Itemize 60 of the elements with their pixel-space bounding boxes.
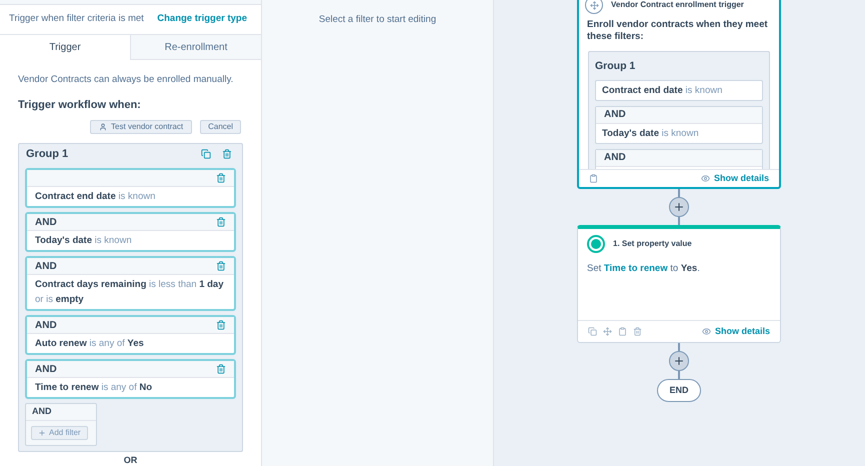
filter-card[interactable]: Contract end date is known — [25, 168, 236, 208]
empty-editor-hint: Select a filter to start editing — [318, 13, 436, 25]
delete-icon[interactable] — [222, 149, 232, 159]
show-details-link[interactable]: Show details — [700, 172, 769, 186]
delete-icon[interactable] — [216, 173, 226, 183]
copy-icon[interactable] — [588, 327, 597, 336]
tab[interactable]: Re-enrollment — [130, 34, 261, 60]
delete-icon[interactable] — [216, 217, 226, 227]
move-icon[interactable] — [603, 327, 612, 336]
add-step-button[interactable] — [669, 197, 689, 217]
group-title: Group 1 — [595, 59, 636, 74]
clipboard-icon[interactable] — [618, 327, 627, 336]
delete-icon[interactable] — [216, 261, 226, 271]
change-trigger-link[interactable]: Change trigger type — [157, 12, 247, 27]
action-description: Set Time to renew to Yes. — [586, 262, 701, 276]
connector-label: AND — [32, 405, 52, 418]
connector-label: AND — [604, 151, 626, 166]
plus-icon — [673, 355, 685, 367]
show-details-link[interactable]: Show details — [702, 324, 770, 338]
trigger-summary: Enroll vendor contracts when they meet these filters: — [586, 19, 769, 43]
filter-card[interactable]: AND Today's date is known — [25, 212, 236, 252]
filter-text: Time to renew is any of No — [35, 381, 154, 395]
delete-icon[interactable] — [216, 364, 226, 374]
filter-text: Auto renew is any of Yes — [35, 337, 145, 351]
clipboard-icon[interactable] — [589, 174, 598, 183]
trigger-icon — [585, 0, 603, 14]
cancel-button[interactable]: Cancel — [200, 120, 241, 134]
eye-icon — [702, 327, 711, 336]
delete-icon[interactable] — [633, 327, 642, 336]
connector-label: AND — [604, 108, 626, 122]
filter-card[interactable]: AND Contract days remaining is less than 1 day or is empty — [25, 256, 236, 311]
person-icon — [99, 123, 108, 131]
trigger-title: Vendor Contract enrollment trigger — [611, 0, 744, 11]
connector-label: AND — [35, 318, 57, 332]
plus-icon — [38, 429, 46, 437]
copy-icon[interactable] — [201, 149, 211, 159]
connector-label: AND — [35, 260, 57, 274]
group-title: Group 1 — [26, 146, 68, 162]
end-node: END — [657, 379, 701, 402]
add-step-button[interactable] — [669, 351, 689, 371]
action-title: 1. Set property value — [613, 238, 692, 250]
connector-label: AND — [35, 216, 57, 230]
or-label: OR — [124, 454, 138, 466]
filter-card[interactable]: AND Auto renew is any of Yes — [25, 315, 236, 355]
filter-text: Contract days remaining is less than 1 day or is empty — [35, 278, 224, 307]
trigger-description: Trigger when filter criteria is met — [9, 12, 144, 26]
plus-icon — [673, 201, 685, 213]
trigger-heading: Trigger workflow when: — [18, 98, 142, 112]
action-card[interactable]: 1. Set property value Set Time to renew to Yes. Show details — [577, 225, 781, 343]
trigger-card[interactable]: Vendor Contract enrollment trigger Enroll vendor contracts when they meet these filters: Group 1 Contract end date is known AND Today's date is known AND Show details — [577, 0, 781, 189]
filter-text: Contract end date is known — [602, 84, 724, 98]
delete-icon[interactable] — [216, 320, 226, 330]
filter-card[interactable]: AND Time to renew is any of No — [25, 359, 236, 399]
manual-enroll-note: Vendor Contracts can always be enrolled manually. — [18, 73, 234, 88]
filter-text: Contract end date is known — [35, 190, 156, 204]
test-button[interactable]: Test vendor contract — [90, 120, 192, 134]
connector-label: AND — [35, 362, 57, 376]
filter-text: Today's date is known — [602, 126, 700, 141]
filter-text: Today's date is known — [35, 234, 133, 248]
eye-icon — [700, 174, 710, 183]
